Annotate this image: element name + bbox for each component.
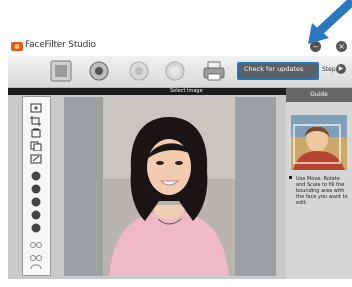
check-for-updates-button[interactable]: Check for updates bbox=[237, 62, 319, 80]
step-label: Step bbox=[322, 66, 336, 73]
print-icon[interactable] bbox=[201, 58, 227, 84]
zoom-tools-icon[interactable] bbox=[29, 240, 43, 250]
beautify-icon[interactable] bbox=[126, 58, 152, 84]
hue-icon[interactable] bbox=[29, 223, 43, 233]
contrast-icon[interactable] bbox=[29, 184, 43, 194]
scale-icon[interactable] bbox=[29, 154, 43, 164]
red-eye-icon[interactable] bbox=[86, 58, 112, 84]
toolbar: Check for updates Step ▶ bbox=[8, 56, 352, 88]
image-canvas[interactable] bbox=[64, 97, 276, 276]
portrait-photo bbox=[103, 97, 235, 276]
open-folder-icon[interactable] bbox=[48, 58, 74, 84]
rotate-icon[interactable] bbox=[29, 128, 43, 138]
check-for-updates-label: Check for updates bbox=[244, 65, 304, 73]
tool-panel bbox=[22, 96, 51, 276]
undo-redo-icon[interactable] bbox=[29, 263, 43, 273]
guide-example-image bbox=[291, 115, 347, 170]
guide-text: Use Move, Rotate and Scale to fill the b… bbox=[296, 176, 348, 206]
facefilter-studio-window: FaceFilter Studio ‒ × Check for updates bbox=[8, 37, 352, 279]
smooth-skin-icon[interactable] bbox=[162, 58, 188, 84]
sharpness-icon[interactable] bbox=[29, 210, 43, 220]
bullet-icon bbox=[289, 176, 292, 179]
move-icon[interactable] bbox=[29, 103, 43, 113]
saturation-icon[interactable] bbox=[29, 197, 43, 207]
guide-title: Guide bbox=[286, 88, 352, 102]
guide-panel: Guide Use Move, Rotate and Scale to fill… bbox=[286, 88, 352, 279]
app-title: FaceFilter Studio bbox=[25, 40, 96, 50]
guide-instructions: Use Move, Rotate and Scale to fill the b… bbox=[289, 176, 349, 206]
copy-icon[interactable] bbox=[29, 141, 43, 151]
brightness-icon[interactable] bbox=[29, 171, 43, 181]
title-bar: FaceFilter Studio ‒ × bbox=[8, 37, 352, 56]
crop-icon[interactable] bbox=[29, 116, 43, 126]
view-tools-icon[interactable] bbox=[29, 253, 43, 263]
pointer-arrow-icon bbox=[308, 0, 352, 44]
step-next-icon[interactable]: ▶ bbox=[336, 64, 346, 74]
app-logo-icon bbox=[11, 42, 23, 51]
section-title: Select Image bbox=[170, 88, 203, 94]
